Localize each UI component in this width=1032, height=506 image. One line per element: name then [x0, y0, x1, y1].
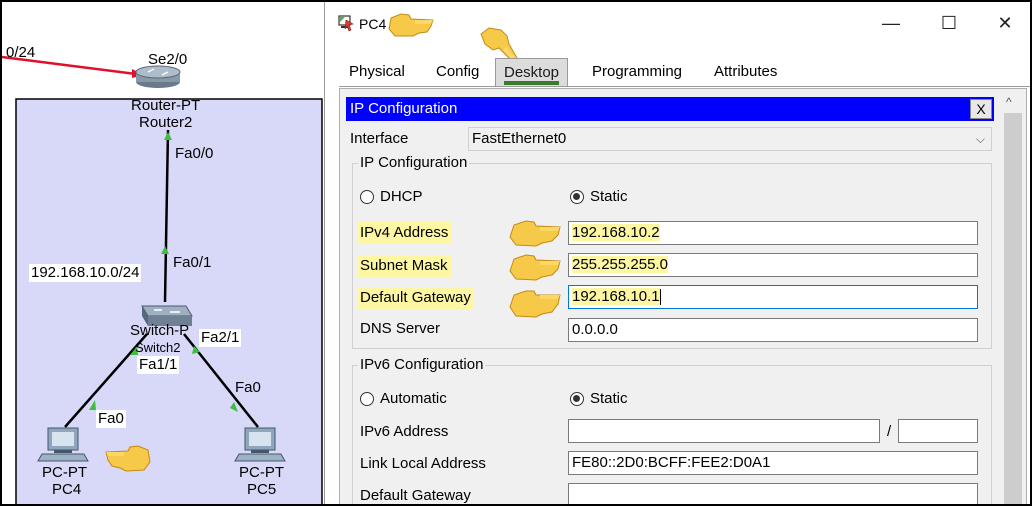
chevron-down-icon: ⌵: [975, 132, 985, 146]
scrollbar-thumb[interactable]: [1004, 113, 1022, 504]
ipv6-default-gateway-label: Default Gateway: [360, 487, 471, 504]
dns-server-field[interactable]: 0.0.0.0: [568, 318, 978, 342]
interface-select[interactable]: FastEthernet0 ⌵: [468, 127, 992, 151]
subnet-mask-label: Subnet Mask: [357, 255, 451, 277]
topology-drawing: [2, 55, 323, 504]
prefix-separator: /: [887, 423, 892, 440]
router-type-label: Router-PT: [131, 97, 201, 114]
pc5-type-label: PC-PT: [239, 464, 284, 481]
router-port-fa00: Fa0/0: [175, 145, 214, 162]
ipv6-prefix-field[interactable]: [898, 419, 978, 443]
dns-server-label: DNS Server: [360, 320, 441, 337]
close-button[interactable]: ✕: [987, 10, 1023, 36]
ipv6-address-field[interactable]: [568, 419, 880, 443]
maximize-button[interactable]: ☐: [931, 10, 967, 36]
switch-port-fa11: Fa1/1: [137, 356, 180, 374]
tab-config[interactable]: Config: [428, 58, 487, 86]
pointing-hand-icon: [509, 290, 561, 318]
tab-attributes[interactable]: Attributes: [706, 58, 785, 86]
ip-configuration-title: IP Configuration: [350, 100, 458, 117]
automatic-radio[interactable]: [360, 392, 374, 406]
ipv4-address-label: IPv4 Address: [357, 222, 452, 244]
packet-tracer-pc-icon: [338, 15, 354, 32]
pointing-hand-icon: [105, 445, 151, 472]
interface-label: Interface: [350, 130, 409, 147]
static-ipv6-radio[interactable]: [570, 392, 584, 406]
automatic-label[interactable]: Automatic: [380, 390, 447, 408]
dhcp-label[interactable]: DHCP: [380, 188, 423, 206]
minimize-button[interactable]: —: [873, 10, 909, 36]
tab-physical[interactable]: Physical: [341, 58, 413, 86]
scroll-up-arrow-icon[interactable]: ^: [1006, 95, 1012, 109]
switch-port-fa21: Fa2/1: [199, 329, 242, 347]
ip-configuration-close-button[interactable]: X: [970, 99, 992, 119]
pc4-name-label: PC4: [52, 481, 82, 498]
subnet-mask-field[interactable]: 255.255.255.0: [568, 253, 978, 277]
window-titlebar[interactable]: PC4 — ☐ ✕: [325, 2, 1030, 65]
switch-name-label: Switch2: [135, 340, 181, 355]
ipv4-section-title: IP Configuration: [358, 154, 470, 172]
ipv6-section-title: IPv6 Configuration: [358, 356, 486, 374]
switch-type-label: Switch-P: [130, 322, 190, 339]
tab-divider: [339, 86, 1030, 87]
topology-canvas[interactable]: 0/24 Se2/0 Router-PT Router2 Fa0/0 Fa0/1…: [2, 2, 324, 504]
network-address-label: 192.168.10.0/24: [29, 264, 142, 282]
default-gateway-field[interactable]: 192.168.10.1: [568, 285, 978, 309]
router-port-se20: Se2/0: [148, 51, 188, 68]
default-gateway-value: 192.168.10.1: [572, 288, 660, 305]
ipv6-address-label: IPv6 Address: [360, 423, 449, 440]
pc4-window: PC4 — ☐ ✕ Physical Config Desktop Progra…: [324, 2, 1030, 504]
text-cursor: [659, 289, 661, 306]
pointing-hand-icon: [509, 254, 561, 281]
link-local-address-field[interactable]: FE80::2D0:BCFF:FEE2:D0A1: [568, 451, 978, 475]
static-label[interactable]: Static: [590, 188, 628, 206]
desktop-panel: IP Configuration X Interface FastEtherne…: [339, 88, 1027, 504]
serial-link-label: 0/24: [6, 44, 36, 61]
ipv4-address-value: 192.168.10.2: [572, 224, 660, 241]
dhcp-radio[interactable]: [360, 190, 374, 204]
interface-value: FastEthernet0: [472, 130, 567, 147]
static-radio[interactable]: [570, 190, 584, 204]
link-local-address-value: FE80::2D0:BCFF:FEE2:D0A1: [572, 454, 771, 471]
static-ipv6-label[interactable]: Static: [590, 390, 628, 408]
pc5-name-label: PC5: [247, 481, 277, 498]
switch-port-fa01: Fa0/1: [173, 254, 212, 271]
default-gateway-label: Default Gateway: [357, 287, 474, 309]
link-local-address-label: Link Local Address: [360, 455, 486, 472]
subnet-mask-value: 255.255.255.0: [572, 256, 668, 273]
pointing-hand-icon: [388, 13, 434, 37]
dns-server-value: 0.0.0.0: [572, 321, 618, 338]
tab-bar: Physical Config Desktop Programming Attr…: [339, 58, 1030, 88]
ip-configuration-titlebar: IP Configuration X: [346, 97, 994, 121]
pc4-port-label: Fa0: [96, 410, 126, 428]
ipv6-default-gateway-field[interactable]: [568, 483, 978, 504]
pc5-port-label: Fa0: [235, 379, 261, 396]
tab-programming[interactable]: Programming: [584, 58, 690, 86]
pc4-type-label: PC-PT: [42, 464, 87, 481]
tab-desktop[interactable]: Desktop: [495, 58, 569, 86]
pointing-hand-icon: [509, 220, 561, 247]
screenshot-root: 0/24 Se2/0 Router-PT Router2 Fa0/0 Fa0/1…: [0, 0, 1032, 506]
router-icon[interactable]: [135, 65, 181, 88]
vertical-scrollbar[interactable]: ^: [1000, 89, 1026, 504]
router-name-label: Router2: [139, 114, 193, 131]
ipv4-address-field[interactable]: 192.168.10.2: [568, 221, 978, 245]
